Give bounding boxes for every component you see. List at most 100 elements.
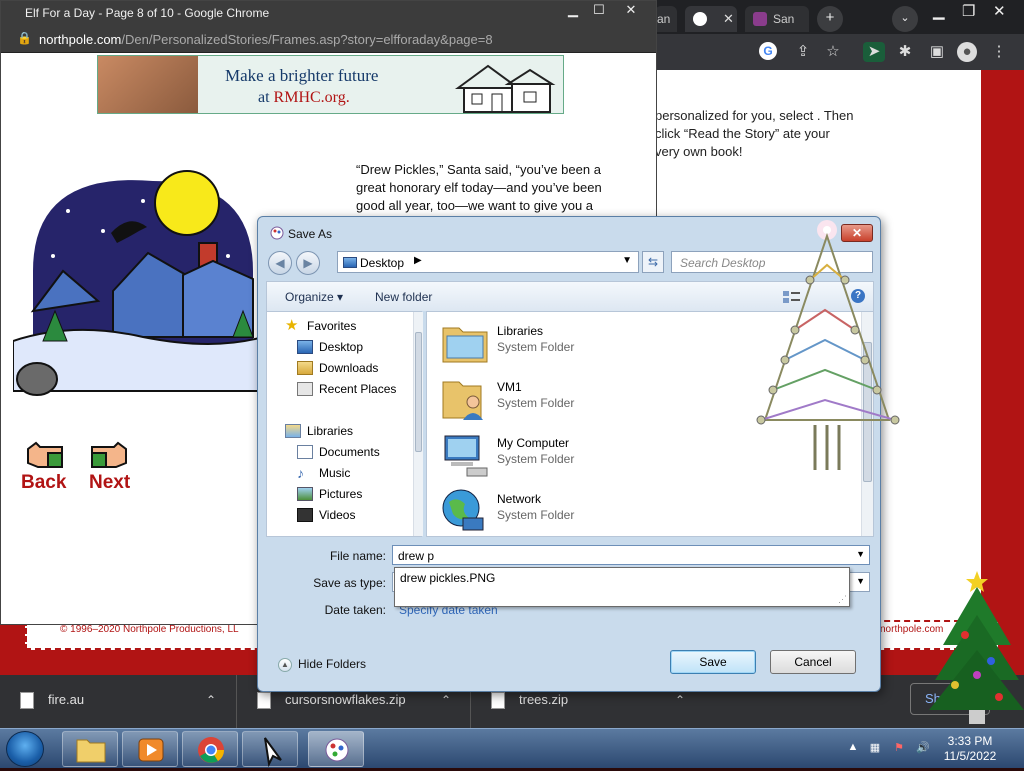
minimize-icon[interactable]: ▁ [933,2,945,20]
tab-santa[interactable]: San [745,6,809,32]
close-window-icon[interactable]: ✕ [993,2,1006,20]
banner-line-1: Make a brighter future [225,66,379,85]
refresh-button[interactable]: ⇆ [642,251,664,273]
list-item[interactable]: My Computer System Folder [441,430,721,482]
date-taken-label: Date taken: [324,603,386,617]
tab-active[interactable]: ✕ [685,6,737,32]
star-icon: ★ [285,317,299,334]
autocomplete-item[interactable]: drew pickles.PNG [400,571,495,585]
scroll-thumb[interactable] [415,332,422,452]
address-bar[interactable]: 🔒 northpole.com/Den/PersonalizedStories/… [1,25,656,53]
list-item[interactable]: Network System Folder [441,486,721,538]
google-icon[interactable]: G [759,42,777,60]
rmhc-banner[interactable]: Make a brighter future at RMHC.org. [97,55,564,114]
taskbar-chrome[interactable] [182,731,238,767]
lock-icon: 🔒 [17,31,32,45]
background-tab-strip: an ✕ San + ⌄ ▁ ❐ ✕ [655,0,1024,34]
taskbar-cursor-app[interactable] [242,731,298,768]
desktop-icon [297,340,313,354]
close-tab-icon[interactable]: ✕ [723,6,734,32]
resize-grip-icon[interactable]: ⋰ [838,594,847,605]
background-page-text: personalized for you, select . Then clic… [655,108,854,159]
organize-menu[interactable]: Organize ▾ [285,290,343,304]
navigation-pane: ★ Favorites Desktop Downloads Recent Pla… [266,311,423,537]
pictures-icon [297,487,313,501]
puzzle-icon[interactable]: ✱ [895,42,915,62]
show-hidden-icons[interactable]: ▲ [846,741,860,755]
chevron-up-icon: ▲ [278,657,292,672]
zip-icon [491,692,505,709]
list-item[interactable]: VM1 System Folder [441,374,721,426]
new-folder-button[interactable]: New folder [375,290,432,304]
navigation-scrollbar[interactable] [413,312,423,536]
desktop-icon [343,257,357,268]
network-globe-icon [442,489,484,531]
url-text[interactable]: northpole.com/Den/PersonalizedStories/Fr… [39,32,493,47]
next-label: Next [89,472,131,493]
taskbar: ▲ ▦ ⚑ 🔊 3:33 PM 11/5/2022 [0,728,1024,768]
extension-cursor-icon[interactable]: ➤ [863,42,885,62]
chevron-down-icon[interactable]: ▼ [856,549,865,559]
pointing-hand-right-icon [90,441,127,468]
taskbar-media-player[interactable] [122,731,178,767]
chevron-up-icon[interactable]: ⌃ [206,675,216,725]
sidepanel-icon[interactable]: ▣ [927,42,947,62]
maximize-icon[interactable]: ☐ [587,2,611,22]
new-tab-button[interactable]: + [817,6,843,32]
paint-icon [325,738,349,762]
recent-places-icon [297,382,313,396]
downloads-folder-icon [297,361,313,375]
file-icon [20,692,34,709]
folder-icon [76,739,106,763]
list-item[interactable]: Libraries System Folder [441,318,721,370]
star-icon[interactable]: ☆ [823,42,843,62]
dialog-title: Save As [288,227,333,241]
taskbar-paint[interactable] [308,731,364,767]
computer-icon [444,435,488,477]
save-button[interactable]: Save [670,650,756,674]
share-icon[interactable]: ⇪ [793,42,813,62]
chevron-down-icon[interactable]: ▼ [856,576,865,586]
restore-icon[interactable]: ❐ [962,2,975,20]
next-button[interactable]: Next [89,441,130,494]
paint-icon [270,226,284,240]
hide-folders-button[interactable]: ▲ Hide Folders [278,657,366,672]
menu-icon[interactable]: ⋮ [989,42,1009,62]
close-window-icon[interactable]: ✕ [619,2,643,22]
copyright-text: © 1996–2020 Northpole Productions, LL [60,624,239,635]
volume-icon[interactable]: 🔊 [916,741,930,755]
file-name-input[interactable]: drew p ▼ [392,545,870,565]
profile-icon[interactable]: ● [957,42,977,62]
circuit-tree-overlay [756,220,900,470]
chevron-down-icon[interactable]: ⌄ [892,6,918,32]
network-icon[interactable]: ▦ [868,741,882,755]
tab-partial[interactable]: an [655,6,677,32]
start-button[interactable] [6,731,44,767]
chevron-down-icon[interactable]: ▼ [622,255,632,266]
action-center-icon[interactable]: ⚑ [892,741,906,755]
download-item[interactable]: fire.au ⌃ [0,675,236,728]
cancel-button[interactable]: Cancel [770,650,856,674]
libraries-folder-icon [442,327,488,363]
christmas-tree-overlay [929,571,1024,724]
cursor-icon [264,737,282,768]
back-arrow-button[interactable]: ◀ [268,251,292,275]
clock[interactable]: 3:33 PM 11/5/2022 [930,734,1010,764]
taskbar-explorer[interactable] [62,731,118,767]
location-text: Desktop [360,256,405,270]
file-name-label: File name: [329,549,386,563]
zip-icon [257,692,271,709]
documents-icon [297,445,313,459]
breadcrumb-arrow-icon[interactable]: ▶ [414,255,422,266]
location-bar[interactable]: Desktop ▶ ▼ [337,251,639,273]
family-photo [98,56,198,113]
banner-line-2: at RMHC.org. [258,89,350,106]
libraries-icon [285,424,301,438]
media-player-icon [138,738,164,762]
back-button[interactable]: Back [21,441,66,494]
title-bar: Elf For a Day - Page 8 of 10 - Google Ch… [1,1,656,25]
forward-arrow-button[interactable]: ▶ [296,251,320,275]
save-as-type-label: Save as type: [313,576,386,590]
window-title: Elf For a Day - Page 8 of 10 - Google Ch… [25,6,270,20]
minimize-icon[interactable]: ▁ [561,2,585,22]
